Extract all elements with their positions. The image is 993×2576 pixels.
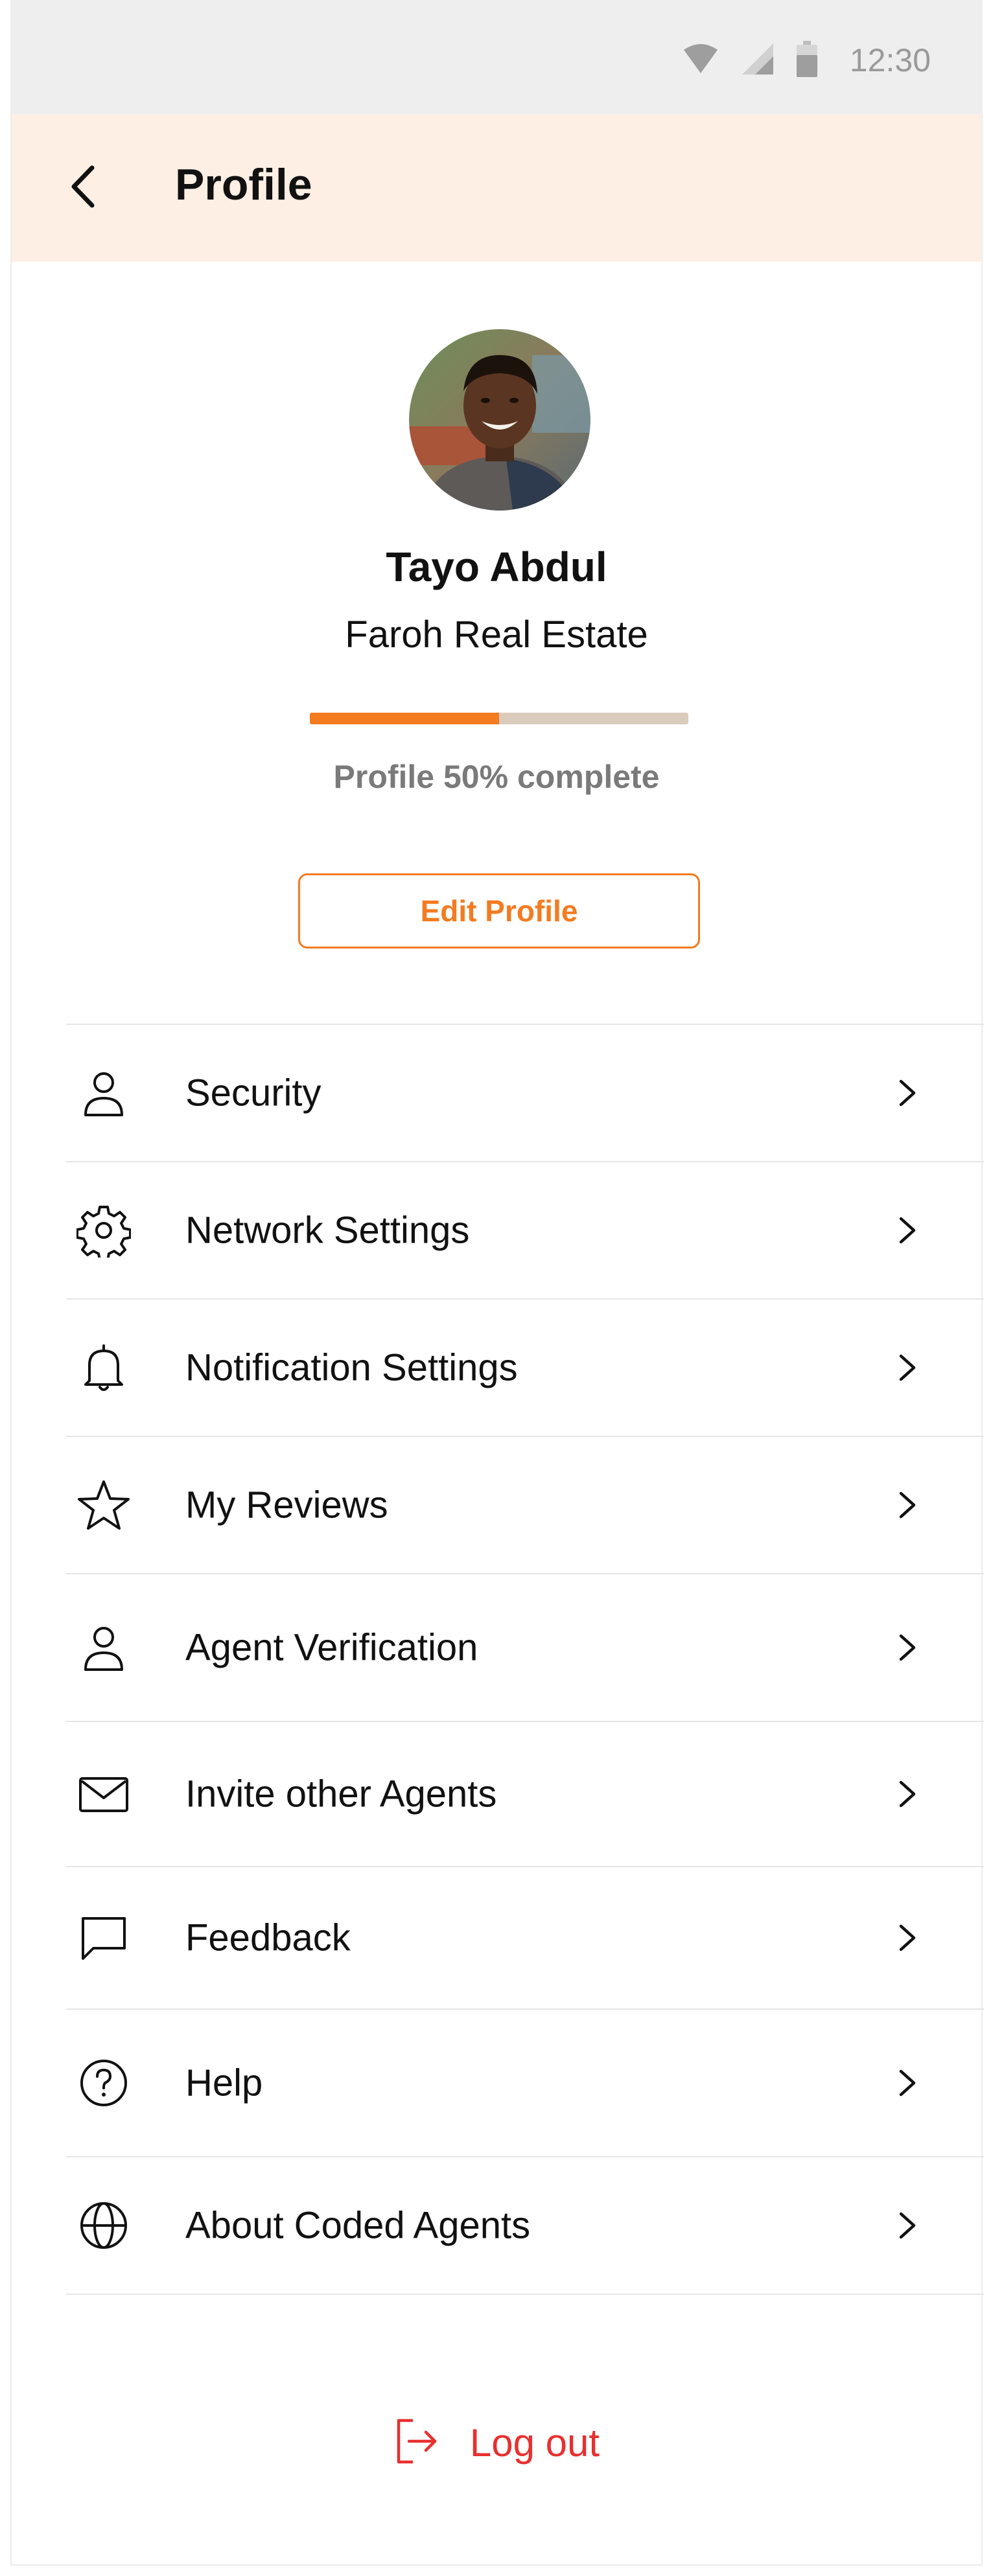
star-icon bbox=[76, 1478, 131, 1532]
menu-item-help[interactable]: Help bbox=[66, 2008, 984, 2156]
logout-icon bbox=[393, 2414, 440, 2472]
menu-item-invite-other-agents[interactable]: Invite other Agents bbox=[66, 1721, 984, 1866]
status-time: 12:30 bbox=[849, 42, 931, 78]
phone-screen: 12:30 Profile Tayo Abdul Faroh Real Esta… bbox=[10, 0, 984, 2566]
chevron-right-icon bbox=[888, 1211, 927, 1250]
menu-item-label: Security bbox=[185, 1072, 321, 1114]
mail-icon bbox=[76, 1767, 131, 1821]
logout-button[interactable]: Log out bbox=[12, 2410, 981, 2475]
profile-progress-text: Profile 50% complete bbox=[333, 759, 660, 795]
chevron-right-icon bbox=[888, 1775, 927, 1813]
logout-label: Log out bbox=[469, 2421, 600, 2465]
chevron-right-icon bbox=[888, 1074, 927, 1112]
globe-icon bbox=[76, 2198, 131, 2253]
user-icon bbox=[76, 1620, 131, 1675]
menu-item-label: Agent Verification bbox=[185, 1626, 478, 1669]
chevron-right-icon bbox=[888, 2064, 927, 2102]
chevron-right-icon bbox=[888, 2206, 927, 2245]
profile-progress-bar bbox=[310, 713, 688, 724]
menu-item-label: Feedback bbox=[185, 1916, 351, 1959]
menu-item-label: Notification Settings bbox=[185, 1346, 518, 1389]
menu-item-label: Network Settings bbox=[185, 1209, 470, 1252]
menu-item-label: Invite other Agents bbox=[185, 1773, 497, 1815]
wifi-icon bbox=[683, 43, 719, 78]
gear-icon bbox=[76, 1203, 131, 1258]
cellular-signal-icon bbox=[741, 42, 775, 79]
back-button[interactable] bbox=[57, 162, 109, 214]
settings-menu: Security Network Settings Notification S… bbox=[66, 1024, 984, 2295]
menu-item-notification-settings[interactable]: Notification Settings bbox=[66, 1298, 984, 1436]
menu-item-label: Help bbox=[185, 2062, 263, 2104]
menu-item-about-coded-agents[interactable]: About Coded Agents bbox=[66, 2156, 984, 2295]
menu-item-network-settings[interactable]: Network Settings bbox=[66, 1161, 984, 1298]
edit-profile-button[interactable]: Edit Profile bbox=[298, 873, 700, 949]
menu-item-label: About Coded Agents bbox=[185, 2204, 531, 2247]
page-title: Profile bbox=[175, 160, 312, 209]
company-name: Faroh Real Estate bbox=[345, 614, 648, 656]
user-icon bbox=[76, 1066, 131, 1120]
question-circle-icon bbox=[76, 2056, 131, 2110]
app-header: Profile bbox=[12, 114, 981, 262]
profile-progress-fill bbox=[310, 713, 499, 724]
avatar[interactable] bbox=[409, 329, 590, 511]
user-name: Tayo Abdul bbox=[386, 544, 607, 590]
menu-item-feedback[interactable]: Feedback bbox=[66, 1866, 984, 2008]
status-bar: 12:30 bbox=[12, 0, 981, 114]
menu-item-agent-verification[interactable]: Agent Verification bbox=[66, 1573, 984, 1721]
status-icons: 12:30 bbox=[683, 38, 931, 83]
chevron-right-icon bbox=[888, 1486, 927, 1524]
menu-item-label: My Reviews bbox=[185, 1484, 388, 1526]
chevron-right-icon bbox=[888, 1348, 927, 1387]
chevron-left-icon bbox=[67, 164, 99, 213]
menu-item-my-reviews[interactable]: My Reviews bbox=[66, 1436, 984, 1573]
chat-bubble-icon bbox=[76, 1911, 131, 1965]
bell-icon bbox=[76, 1340, 131, 1395]
chevron-right-icon bbox=[888, 1918, 927, 1957]
chevron-right-icon bbox=[888, 1628, 927, 1667]
menu-item-security[interactable]: Security bbox=[66, 1024, 984, 1161]
battery-icon bbox=[796, 40, 817, 80]
